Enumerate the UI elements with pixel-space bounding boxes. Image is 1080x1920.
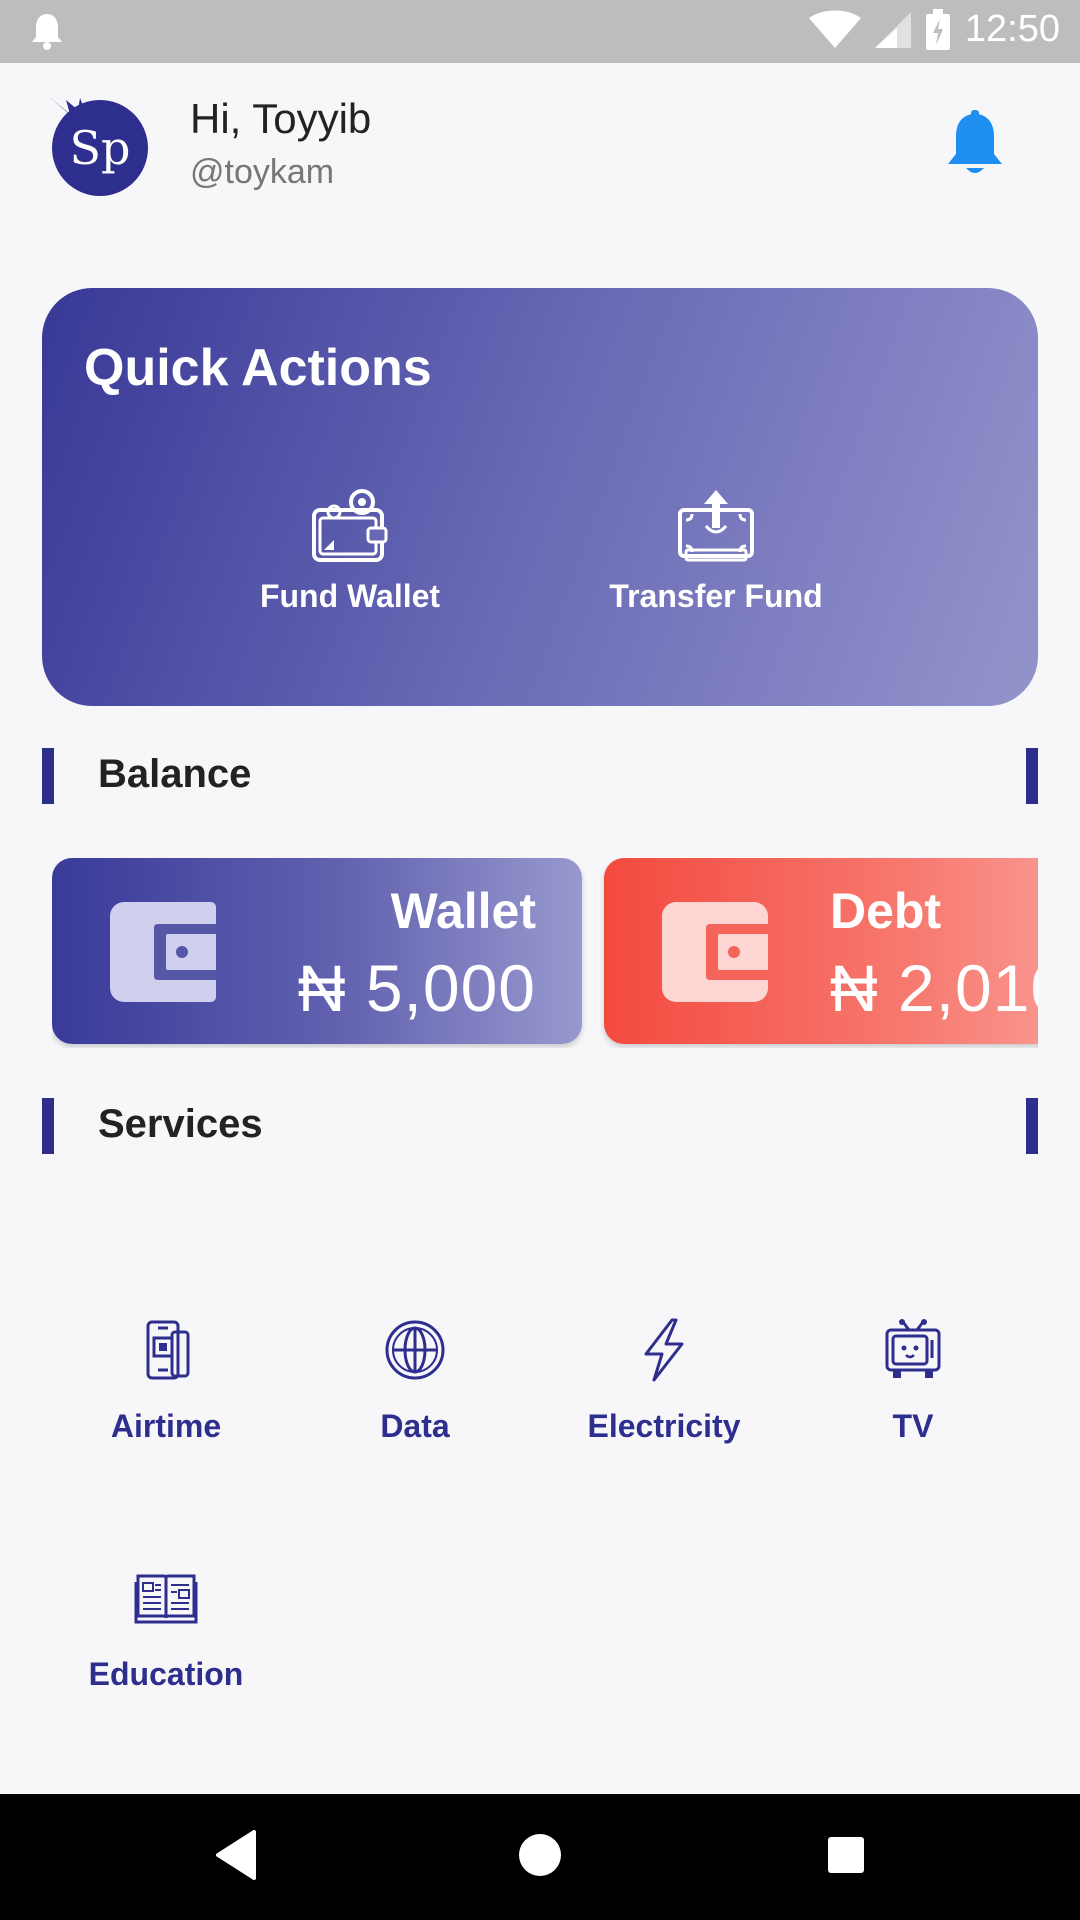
system-navigation-bar [0, 1794, 1080, 1920]
service-airtime[interactable]: Airtime [46, 1318, 286, 1445]
debt-balance-card[interactable]: Debt ₦ 2,010 [604, 858, 1038, 1044]
recents-icon[interactable] [824, 1830, 868, 1880]
wallet-icon [662, 902, 768, 1002]
wallet-coin-icon [312, 489, 388, 562]
fund-wallet-label: Fund Wallet [259, 578, 441, 614]
service-education-label: Education [88, 1656, 244, 1692]
tv-icon [885, 1319, 941, 1378]
balance-cards-carousel[interactable]: Wallet ₦ 5,000 Debt ₦ 2,010 [52, 858, 1038, 1048]
wifi-icon [808, 10, 861, 48]
section-accent-left [42, 748, 54, 804]
services-section-header: Services [42, 1098, 1038, 1154]
balance-section-header: Balance [42, 748, 1038, 804]
notification-bell-icon [32, 14, 62, 50]
service-data-label: Data [380, 1408, 450, 1444]
wallet-icon [110, 902, 216, 1002]
quick-actions-title: Quick Actions [84, 339, 432, 397]
section-accent-right [1026, 1098, 1038, 1154]
section-accent-right [1026, 748, 1038, 804]
service-electricity-label: Electricity [587, 1408, 741, 1444]
services-title: Services [98, 1102, 263, 1146]
globe-icon [385, 1320, 445, 1380]
section-accent-left [42, 1098, 54, 1154]
service-tv[interactable]: TV [793, 1318, 1033, 1445]
back-icon[interactable] [214, 1830, 258, 1880]
signal-icon [874, 11, 911, 48]
battery-icon [925, 8, 950, 50]
status-time: 12:50 [964, 8, 1060, 50]
transfer-fund-button[interactable]: Transfer Fund [586, 488, 846, 615]
service-airtime-label: Airtime [110, 1408, 222, 1444]
greeting-text: Hi, Toyyib [190, 95, 372, 142]
quick-actions-card: Quick Actions Fund Wallet Transfer Fund [42, 288, 1038, 706]
transfer-fund-label: Transfer Fund [609, 578, 823, 614]
money-upload-icon [678, 490, 754, 562]
phone-icon [146, 1320, 190, 1380]
debt-card-name: Debt [830, 883, 942, 939]
fund-wallet-button[interactable]: Fund Wallet [220, 488, 480, 615]
balance-title: Balance [98, 752, 252, 796]
service-electricity[interactable]: Electricity [544, 1318, 784, 1445]
wallet-card-name: Wallet [390, 883, 536, 939]
wallet-card-amount: ₦ 5,000 [297, 951, 536, 1025]
notifications-bell-icon[interactable] [944, 110, 1006, 180]
avatar[interactable]: Sp [44, 92, 150, 198]
debt-card-amount: ₦ 2,010 [830, 951, 1038, 1025]
book-icon [134, 1574, 198, 1624]
avatar-initials: Sp [70, 121, 131, 175]
lightning-icon [644, 1318, 684, 1382]
status-bar: 12:50 [0, 0, 1080, 63]
home-icon[interactable] [518, 1830, 562, 1880]
wallet-balance-card[interactable]: Wallet ₦ 5,000 [52, 858, 582, 1044]
app-logo-icon: Sp [48, 96, 148, 196]
username-text: @toykam [190, 153, 335, 191]
service-tv-label: TV [892, 1408, 934, 1444]
service-data[interactable]: Data [295, 1318, 535, 1445]
service-education[interactable]: Education [46, 1566, 286, 1693]
